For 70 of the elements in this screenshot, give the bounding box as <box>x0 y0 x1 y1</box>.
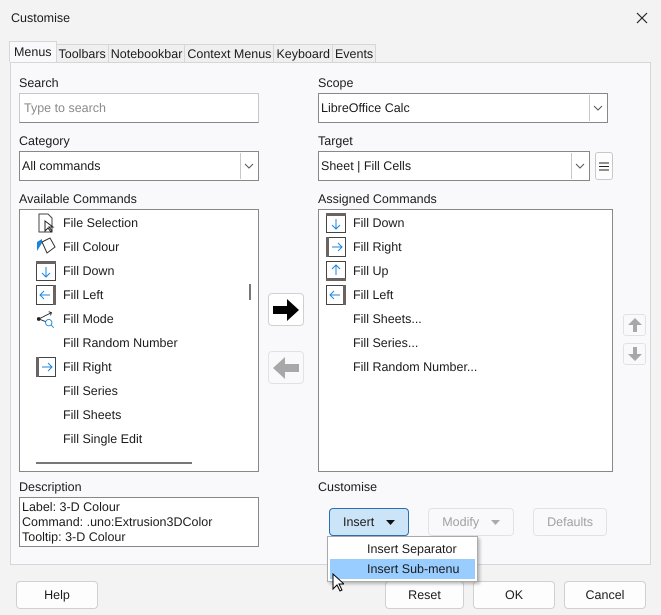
command-item[interactable]: Fill Series <box>63 384 118 398</box>
field-label: Category <box>19 134 71 150</box>
category-dropdown[interactable]: All commands <box>19 151 259 181</box>
command-item[interactable]: Fill Random Number... <box>353 360 478 374</box>
field-label: Scope <box>318 76 354 92</box>
description-line: Tooltip: 3-D Colour <box>22 530 127 545</box>
search-field[interactable]: Type to search <box>19 93 259 123</box>
scrollbar-thumb[interactable] <box>249 284 251 300</box>
left-arrow-icon <box>272 356 300 380</box>
list-label: Available Commands <box>19 192 138 208</box>
scope-dropdown[interactable]: LibreOffice Calc <box>318 93 608 123</box>
caret-icon <box>491 520 500 524</box>
file-pointer-icon <box>36 213 56 233</box>
field-label: Search <box>19 76 60 92</box>
dropdown-button[interactable]: Insert <box>329 508 410 536</box>
command-item[interactable]: Fill Colour <box>63 240 120 254</box>
menu-item[interactable]: Insert Sub-menu <box>330 559 475 579</box>
command-item[interactable]: Fill Sheets... <box>353 312 422 326</box>
menu-button[interactable] <box>595 152 613 180</box>
menu-item[interactable]: Insert Separator <box>330 539 475 559</box>
command-item[interactable]: Fill Right <box>353 240 402 254</box>
up-arrow-icon <box>628 318 642 332</box>
field-label: Description <box>19 480 83 496</box>
scrollbar-thumb[interactable] <box>36 462 192 464</box>
chevron-down-icon <box>244 163 254 169</box>
menu-icon <box>599 162 609 170</box>
fill-left-icon <box>36 285 56 305</box>
caret-icon <box>386 520 396 524</box>
command-item[interactable]: Fill Single Edit <box>63 432 142 446</box>
fill-down-icon <box>36 261 56 281</box>
chevron-down-icon <box>575 163 585 169</box>
description-line: Label: 3-D Colour <box>22 500 121 515</box>
window-title: Customise <box>11 10 70 24</box>
dialog-button[interactable]: Help <box>16 580 98 608</box>
list-label: Assigned Commands <box>318 192 438 208</box>
tab[interactable]: Context Menus <box>184 44 274 62</box>
tab[interactable]: Menus <box>9 41 57 62</box>
right-arrow-icon <box>272 298 300 322</box>
command-item[interactable]: Fill Left <box>353 288 394 302</box>
command-item[interactable]: Fill Down <box>353 216 404 230</box>
field-label: Target <box>318 134 354 150</box>
command-item[interactable]: File Selection <box>63 216 138 230</box>
dialog-button[interactable]: OK <box>473 580 555 608</box>
command-item[interactable]: Fill Mode <box>63 312 114 326</box>
fill-right-icon <box>326 237 346 257</box>
fill-down-icon <box>326 213 346 233</box>
chevron-down-icon <box>593 105 603 111</box>
command-item[interactable]: Fill Sheets <box>63 408 122 422</box>
command-item[interactable]: Fill Right <box>63 360 112 374</box>
tab[interactable]: Events <box>332 44 376 62</box>
fill-up-icon <box>326 261 346 281</box>
description-line: Command: .uno:Extrusion3DColor <box>22 515 214 530</box>
fill-mode-icon <box>36 309 56 329</box>
fill-left-icon <box>326 285 346 305</box>
down-arrow-icon <box>628 347 642 361</box>
target-dropdown[interactable]: Sheet | Fill Cells <box>318 151 590 181</box>
add-button[interactable] <box>268 293 304 326</box>
section-label: Customise <box>318 480 378 496</box>
close-icon[interactable] <box>636 12 648 24</box>
command-item[interactable]: Fill Left <box>63 288 104 302</box>
tab[interactable]: Toolbars <box>56 44 109 62</box>
dialog-button[interactable]: Reset <box>385 580 464 608</box>
command-item[interactable]: Fill Down <box>63 264 114 278</box>
tab[interactable]: Keyboard <box>273 44 333 62</box>
command-item[interactable]: Fill Up <box>353 264 388 278</box>
dialog-button[interactable]: Cancel <box>564 580 646 608</box>
command-item[interactable]: Fill Series... <box>353 336 418 350</box>
command-item[interactable]: Fill Random Number <box>63 336 178 350</box>
tab[interactable]: Notebookbar <box>108 44 186 62</box>
fill-right-icon <box>36 357 56 377</box>
